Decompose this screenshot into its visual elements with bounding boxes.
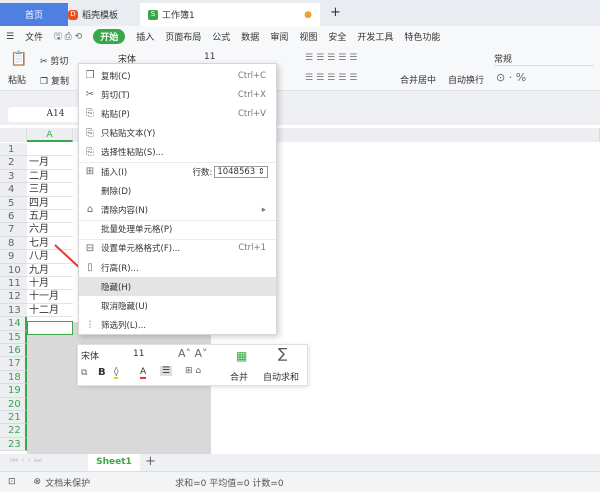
menu-item-shortcut: Ctrl+C — [237, 70, 266, 81]
bold-button[interactable]: B — [98, 367, 106, 378]
menu-separator — [79, 219, 276, 221]
protect-icon: ⊗ — [33, 477, 42, 487]
row-count-label: 行数: — [192, 167, 213, 178]
menu-item[interactable]: 取消隐藏(U) — [79, 296, 276, 315]
align-icon[interactable]: ☰ — [160, 366, 173, 376]
menu-item[interactable]: ⎘ 粘贴(P) Ctrl+V — [79, 104, 276, 123]
menu-item-label: 选择性粘贴(S)... — [101, 148, 164, 159]
menu-item-label: 行高(R)... — [101, 263, 139, 274]
sheet-bar: ⏮ ‹ › ⏭ Sheet1 + — [0, 454, 600, 471]
menu-item-label: 删除(D) — [101, 186, 132, 197]
menu-item[interactable]: 隐藏(H) — [79, 277, 276, 297]
menu-item[interactable]: ⊟ 设置单元格格式(F)... Ctrl+1 — [79, 239, 276, 258]
paste-special-icon: ⎘ — [86, 146, 94, 158]
font-grow-icon[interactable]: A˄ A˅ — [178, 347, 208, 360]
menu-item[interactable]: ⊞ 插入(I) 行数: 1048563 ⇕ — [79, 162, 276, 181]
autosum-button[interactable]: 自动求和 — [263, 370, 299, 383]
menu-separator — [79, 162, 276, 163]
menu-item-label: 粘贴(P) — [101, 109, 130, 120]
status-icon[interactable]: ⊡ — [8, 477, 16, 487]
menu-item[interactable]: 批量处理单元格(P) — [79, 220, 276, 239]
eraser-icon: ⌂ — [86, 204, 94, 216]
menu-item-shortcut: ▸ — [261, 204, 266, 215]
mini-merge-button[interactable]: 合并 — [230, 370, 248, 383]
insert-icon: ⊞ — [85, 166, 95, 177]
protect-status[interactable]: 文档未保护 — [45, 476, 90, 489]
filter-icon: ⫶ — [88, 319, 92, 331]
menu-item-label: 取消隐藏(U) — [101, 301, 148, 312]
menu-item[interactable]: ⌂ 清除内容(N) ▸ — [79, 200, 276, 219]
sheet-nav-icons[interactable]: ⏮ ‹ › ⏭ — [10, 456, 42, 466]
mini-font-select[interactable]: 宋体 — [81, 349, 99, 362]
menu-item-shortcut: Ctrl+V — [237, 108, 266, 119]
menu-item-label: 复制(C) — [101, 71, 131, 82]
row-height-icon: ▯ — [87, 262, 93, 273]
menu-item-label: 批量处理单元格(P) — [101, 225, 173, 236]
context-menu: ❐ 复制(C) Ctrl+C ✂ 剪切(T) Ctrl+X ⎘ 粘贴(P) Ctrl+V ⎘ 只粘贴… — [78, 63, 277, 335]
cut-icon: ✂ — [85, 89, 95, 101]
format-painter-icon[interactable]: ⧉ — [81, 368, 87, 378]
format-cells-icon: ⊟ — [85, 242, 95, 254]
row-count-input[interactable]: 1048563 ⇕ — [214, 165, 268, 178]
merge-icon: ▦ — [236, 349, 248, 363]
paste-text-icon: ⎘ — [86, 127, 94, 139]
mini-toolbar: 宋体 11 A˄ A˅ ⧉ B ◊ A ☰ ⊞ ⌂ ▦ 合并 ∑ 自动求和 — [77, 344, 308, 386]
menu-separator — [79, 238, 276, 240]
menu-item-label: 插入(I) — [101, 167, 128, 178]
menu-item-label: 清除内容(N) — [101, 205, 148, 216]
menu-item[interactable]: ⎘ 选择性粘贴(S)... — [79, 143, 276, 162]
menu-item-shortcut: Ctrl+1 — [238, 243, 266, 254]
menu-item-label: 隐藏(H) — [101, 282, 132, 293]
mini-size-select[interactable]: 11 — [133, 349, 144, 359]
menu-item[interactable]: ⎘ 只粘贴文本(Y) — [79, 124, 276, 143]
menu-item-label: 只粘贴文本(Y) — [101, 129, 156, 140]
menu-item-label: 筛选列(L)... — [101, 321, 146, 332]
border-icon[interactable]: ⊞ ⌂ — [185, 366, 201, 376]
fill-color-icon[interactable]: ◊ — [114, 367, 119, 379]
menu-item[interactable]: ✂ 剪切(T) Ctrl+X — [79, 85, 276, 104]
status-bar: ⊡ ⊗ 文档未保护 求和=0 平均值=0 计数=0 — [0, 471, 600, 492]
menu-item-shortcut: Ctrl+X — [237, 89, 266, 100]
copy-icon: ❐ — [85, 70, 95, 81]
menu-item[interactable]: ❐ 复制(C) Ctrl+C — [79, 66, 276, 85]
menu-item-label: 剪切(T) — [101, 90, 130, 101]
menu-item[interactable]: ⫶ 筛选列(L)... — [79, 316, 276, 335]
add-sheet-button[interactable]: + — [145, 454, 156, 469]
menu-item[interactable]: 删除(D) — [79, 181, 276, 200]
font-color-icon[interactable]: A — [140, 367, 147, 379]
sum-icon: ∑ — [278, 346, 288, 362]
row-count-value: 1048563 — [217, 166, 256, 177]
sheet-tab[interactable]: Sheet1 — [88, 454, 140, 471]
selection-summary: 求和=0 平均值=0 计数=0 — [175, 478, 284, 489]
paste-icon: ⎘ — [86, 108, 94, 120]
menu-item-label: 设置单元格格式(F)... — [101, 244, 181, 255]
menu-item[interactable]: ▯ 行高(R)... — [79, 258, 276, 277]
